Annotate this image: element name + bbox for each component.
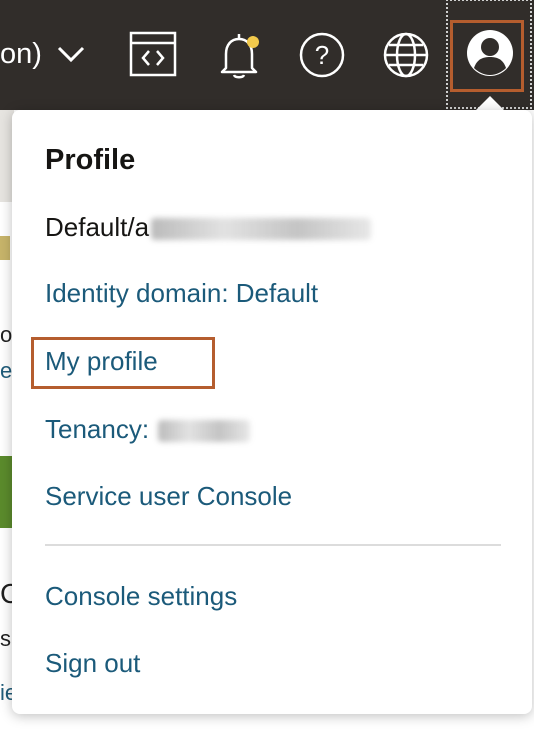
background-thumbnail — [0, 236, 10, 260]
my-profile-link[interactable]: My profile — [45, 346, 158, 377]
user-identity-prefix: Default/a — [45, 212, 150, 242]
region-selector[interactable]: on) — [0, 34, 86, 74]
console-settings-link[interactable]: Console settings — [45, 581, 237, 612]
service-user-console-link[interactable]: Service user Console — [45, 481, 292, 512]
redacted-text — [158, 420, 251, 443]
background-heading-fragment: C — [0, 578, 12, 609]
menu-divider — [45, 544, 501, 546]
top-navigation-bar: on) ? — [0, 0, 534, 110]
bell-icon[interactable] — [214, 30, 264, 80]
background-link-fragment: e — [0, 358, 12, 383]
user-identity: Default/a — [45, 212, 372, 243]
chevron-down-icon — [57, 46, 84, 63]
user-profile-icon — [467, 30, 513, 76]
svg-text:?: ? — [315, 40, 329, 70]
redacted-text — [151, 218, 372, 241]
menu-caret — [476, 96, 504, 110]
background-text-fragment: o — [0, 322, 12, 347]
tenancy-link[interactable]: Tenancy: — [45, 414, 251, 445]
sign-out-link[interactable]: Sign out — [45, 648, 140, 679]
code-editor-icon[interactable] — [128, 30, 178, 80]
background-link-fragment: ie — [0, 680, 12, 705]
profile-button[interactable] — [446, 0, 532, 109]
tenancy-label: Tenancy: — [45, 414, 157, 444]
globe-icon[interactable] — [381, 30, 431, 80]
identity-domain-link[interactable]: Identity domain: Default — [45, 278, 318, 309]
profile-menu: Profile Default/a Identity domain: Defau… — [12, 110, 532, 714]
background-text-fragment: s — [0, 626, 11, 651]
menu-title: Profile — [45, 144, 136, 176]
notification-dot — [247, 36, 259, 48]
region-label: on) — [0, 38, 42, 70]
help-icon[interactable]: ? — [297, 30, 347, 80]
